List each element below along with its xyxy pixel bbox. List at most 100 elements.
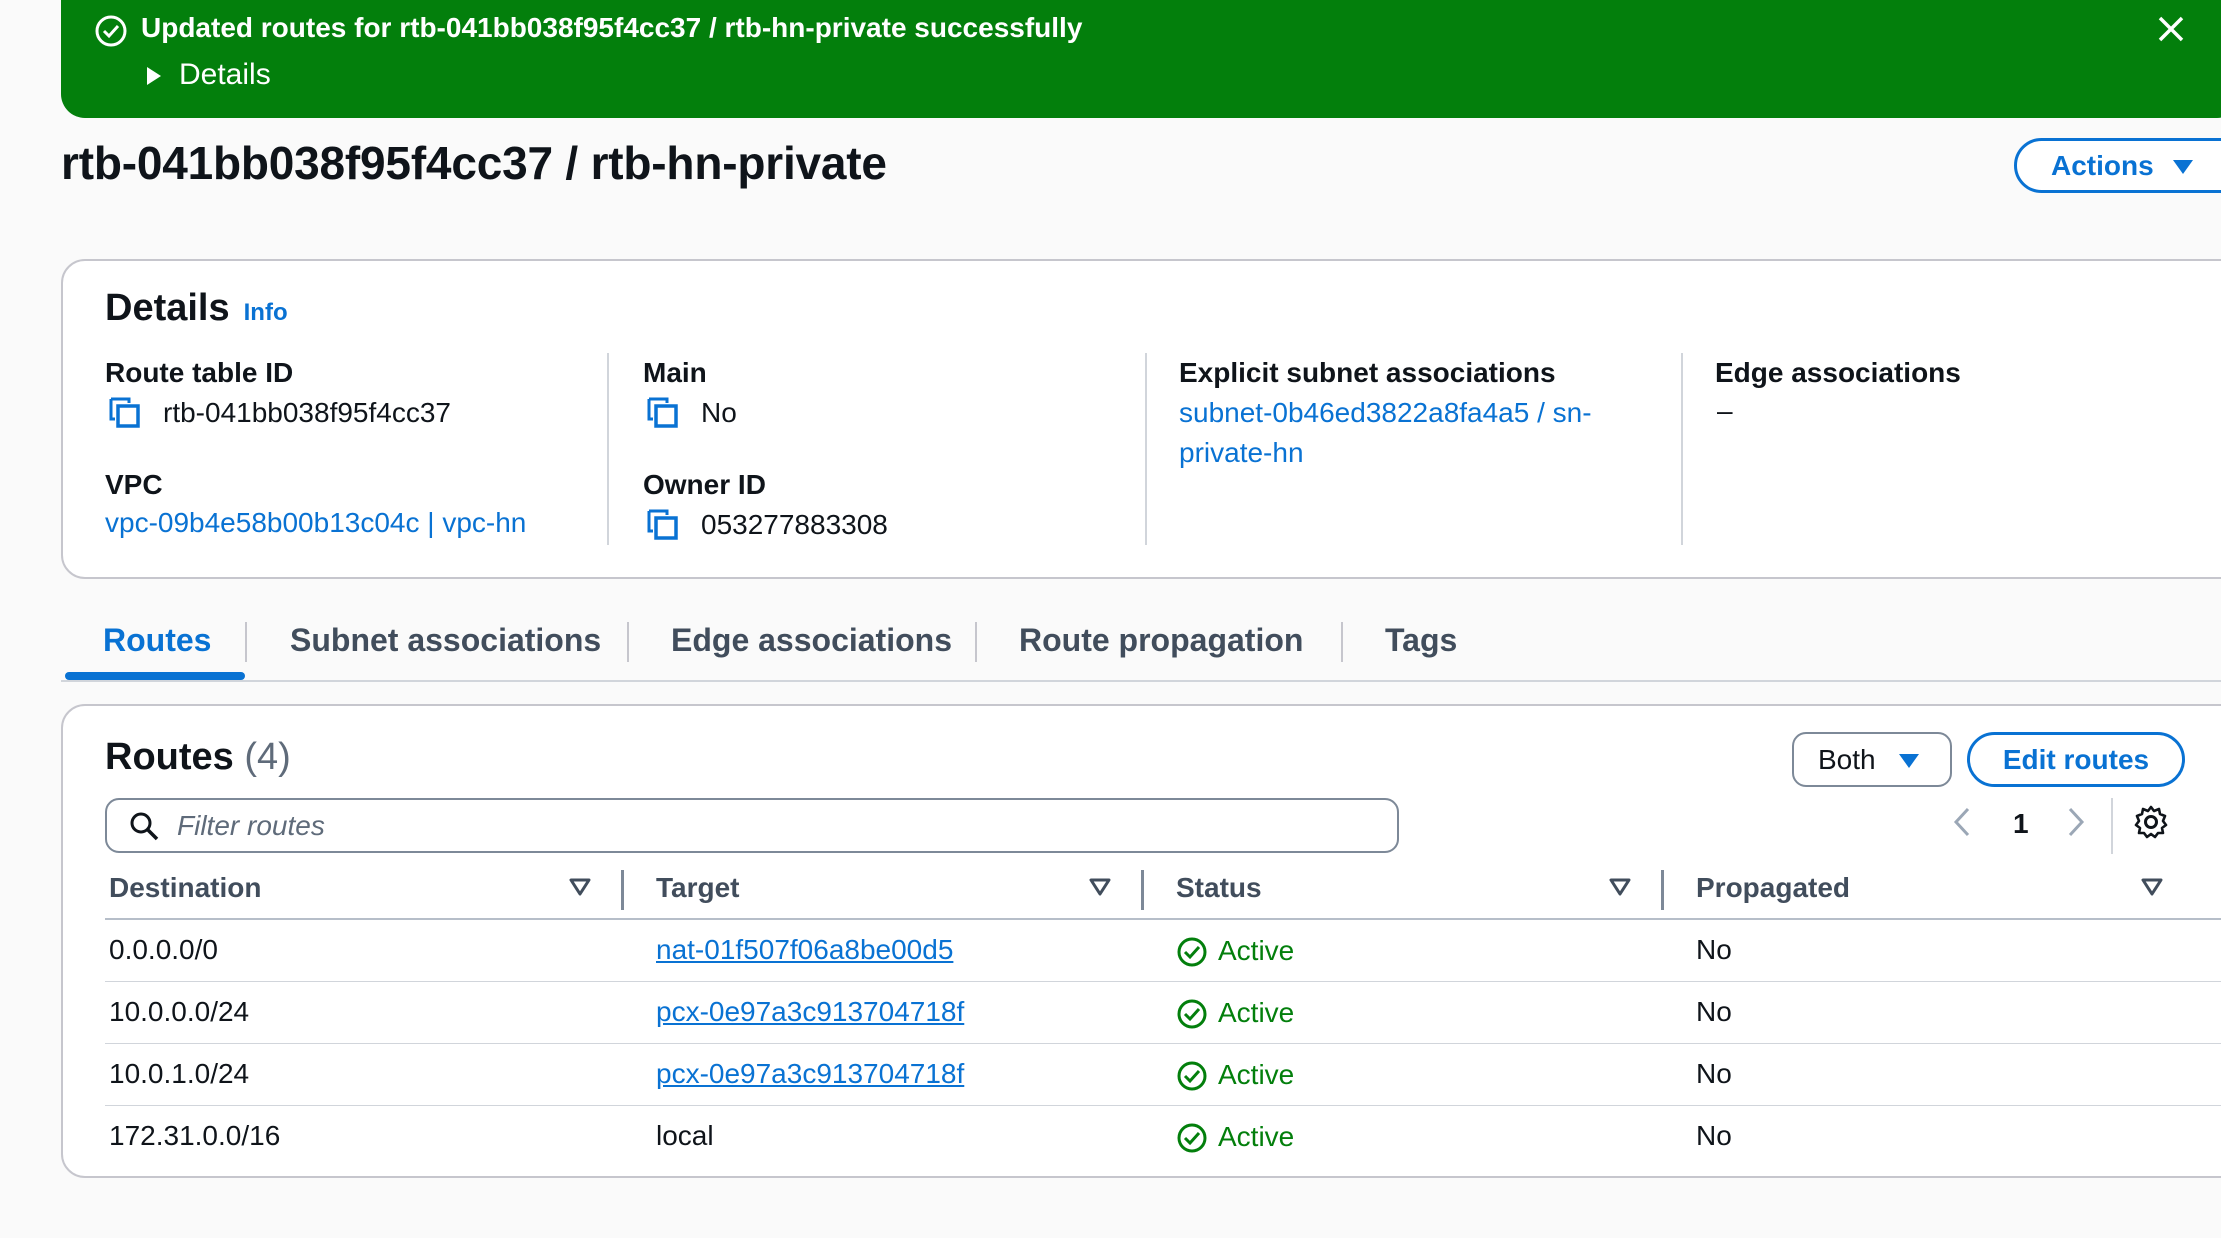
- main-value: No: [645, 395, 737, 431]
- route-type-value: Both: [1818, 743, 1876, 775]
- actions-button[interactable]: Actions: [2014, 138, 2221, 193]
- status-text: Active: [1218, 1058, 1295, 1090]
- page-number[interactable]: 1: [2013, 808, 2029, 840]
- propagated-cell: No: [1696, 1120, 1732, 1151]
- sort-icon[interactable]: [1609, 878, 1631, 896]
- table-row: 172.31.0.0/16 local Active No: [105, 1106, 2221, 1168]
- status-text: Active: [1218, 996, 1295, 1028]
- main-value-text: No: [701, 397, 737, 428]
- route-table-id: rtb-041bb038f95f4cc37: [163, 397, 451, 428]
- details-title: Details: [105, 287, 230, 329]
- caret-right-icon: [145, 58, 163, 92]
- destination-cell: 0.0.0.0/0: [109, 934, 218, 965]
- actions-label: Actions: [2051, 149, 2154, 181]
- status-text: Active: [1218, 1120, 1295, 1152]
- column-header-status[interactable]: Status: [1176, 872, 1262, 904]
- propagated-cell: No: [1696, 996, 1732, 1027]
- destination-cell: 10.0.0.0/24: [109, 996, 250, 1027]
- target-link[interactable]: pcx-0e97a3c913704718f: [656, 996, 964, 1028]
- destination-cell: 172.31.0.0/16: [109, 1120, 281, 1151]
- vpc-label: VPC: [105, 469, 163, 500]
- table-row: 0.0.0.0/0 nat-01f507f06a8be00d5 Active N…: [105, 920, 2221, 982]
- info-link[interactable]: Info: [244, 299, 288, 326]
- owner-id-label: Owner ID: [643, 469, 766, 500]
- column-header-target[interactable]: Target: [656, 872, 740, 904]
- flash-details-toggle[interactable]: Details: [145, 58, 271, 92]
- edge-associations-label: Edge associations: [1715, 357, 1961, 388]
- edge-associations-value: –: [1717, 395, 1733, 426]
- status-success-icon: [1176, 1120, 1208, 1154]
- tab-separator: [975, 622, 977, 662]
- check-circle-icon: [94, 14, 128, 48]
- explicit-subnet-line2: private-hn: [1179, 437, 1304, 468]
- copy-icon[interactable]: [107, 395, 143, 431]
- tab-separator: [1341, 622, 1343, 662]
- column-divider: [1145, 353, 1147, 545]
- owner-id: 053277883308: [701, 509, 888, 540]
- target-cell: local: [656, 1120, 714, 1151]
- column-resizer[interactable]: [621, 870, 624, 910]
- owner-id-value: 053277883308: [645, 507, 888, 543]
- route-type-select[interactable]: Both: [1792, 732, 1952, 787]
- status-success-icon: [1176, 1058, 1208, 1092]
- target-link[interactable]: pcx-0e97a3c913704718f: [656, 1058, 964, 1090]
- routes-title: Routes: [105, 736, 234, 778]
- chevron-right-icon[interactable]: [2065, 804, 2087, 838]
- tab-edge-associations[interactable]: Edge associations: [671, 622, 952, 659]
- caret-down-icon: [2172, 150, 2194, 182]
- column-header-destination[interactable]: Destination: [109, 872, 261, 904]
- active-tab-indicator: [65, 672, 245, 680]
- tab-separator: [627, 622, 629, 662]
- gear-icon[interactable]: [2133, 804, 2169, 840]
- status-success-icon: [1176, 996, 1208, 1030]
- target-link[interactable]: nat-01f507f06a8be00d5: [656, 934, 953, 966]
- flash-message: Updated routes for rtb-041bb038f95f4cc37…: [141, 12, 1083, 43]
- tab-tags[interactable]: Tags: [1385, 622, 1457, 659]
- chevron-left-icon[interactable]: [1951, 804, 1973, 838]
- propagated-cell: No: [1696, 934, 1732, 965]
- sort-icon[interactable]: [569, 878, 591, 896]
- tab-route-propagation[interactable]: Route propagation: [1019, 622, 1303, 659]
- destination-cell: 10.0.1.0/24: [109, 1058, 250, 1089]
- propagated-cell: No: [1696, 1058, 1732, 1089]
- filter-routes-input[interactable]: [175, 808, 1355, 843]
- page-title: rtb-041bb038f95f4cc37 / rtb-hn-private: [61, 137, 887, 189]
- sort-icon[interactable]: [1089, 878, 1111, 896]
- pager-separator: [2111, 798, 2113, 854]
- status-cell: Active: [1176, 1120, 1294, 1154]
- details-panel: Details Info Route table ID rtb-041bb038f…: [61, 259, 2221, 579]
- status-cell: Active: [1176, 934, 1294, 968]
- routes-panel: Routes (4) Both Edit routes 1 Destinatio…: [61, 704, 2221, 1178]
- explicit-subnet-link[interactable]: subnet-0b46ed3822a8fa4a5 / sn- private-h…: [1179, 395, 1592, 471]
- routes-count: (4): [244, 736, 291, 778]
- column-divider: [607, 353, 609, 545]
- route-table-id-value: rtb-041bb038f95f4cc37: [107, 395, 451, 431]
- close-icon[interactable]: [2154, 12, 2188, 46]
- tab-routes[interactable]: Routes: [103, 622, 211, 659]
- column-header-propagated[interactable]: Propagated: [1696, 872, 1850, 904]
- status-success-icon: [1176, 934, 1208, 968]
- vpc-link[interactable]: vpc-09b4e58b00b13c04c | vpc-hn: [105, 507, 526, 539]
- tab-separator: [245, 622, 247, 662]
- tab-bar: Routes Subnet associations Edge associat…: [61, 600, 2221, 682]
- sort-icon[interactable]: [2141, 878, 2163, 896]
- copy-icon[interactable]: [645, 507, 681, 543]
- column-resizer[interactable]: [1141, 870, 1144, 910]
- caret-down-icon: [1898, 744, 1920, 776]
- details-heading: Details Info: [105, 287, 288, 330]
- explicit-subnet-label: Explicit subnet associations: [1179, 357, 1556, 388]
- table-row: 10.0.0.0/24 pcx-0e97a3c913704718f Active…: [105, 982, 2221, 1044]
- filter-routes-field[interactable]: [105, 798, 1399, 853]
- status-cell: Active: [1176, 996, 1294, 1030]
- status-cell: Active: [1176, 1058, 1294, 1092]
- main-label: Main: [643, 357, 707, 388]
- table-row: 10.0.1.0/24 pcx-0e97a3c913704718f Active…: [105, 1044, 2221, 1106]
- flash-details-label: Details: [179, 58, 271, 91]
- column-resizer[interactable]: [1661, 870, 1664, 910]
- edit-routes-button[interactable]: Edit routes: [1967, 732, 2185, 787]
- route-table-id-label: Route table ID: [105, 357, 294, 388]
- tab-subnet-associations[interactable]: Subnet associations: [290, 622, 601, 659]
- search-icon: [129, 811, 159, 841]
- column-divider: [1681, 353, 1683, 545]
- copy-icon[interactable]: [645, 395, 681, 431]
